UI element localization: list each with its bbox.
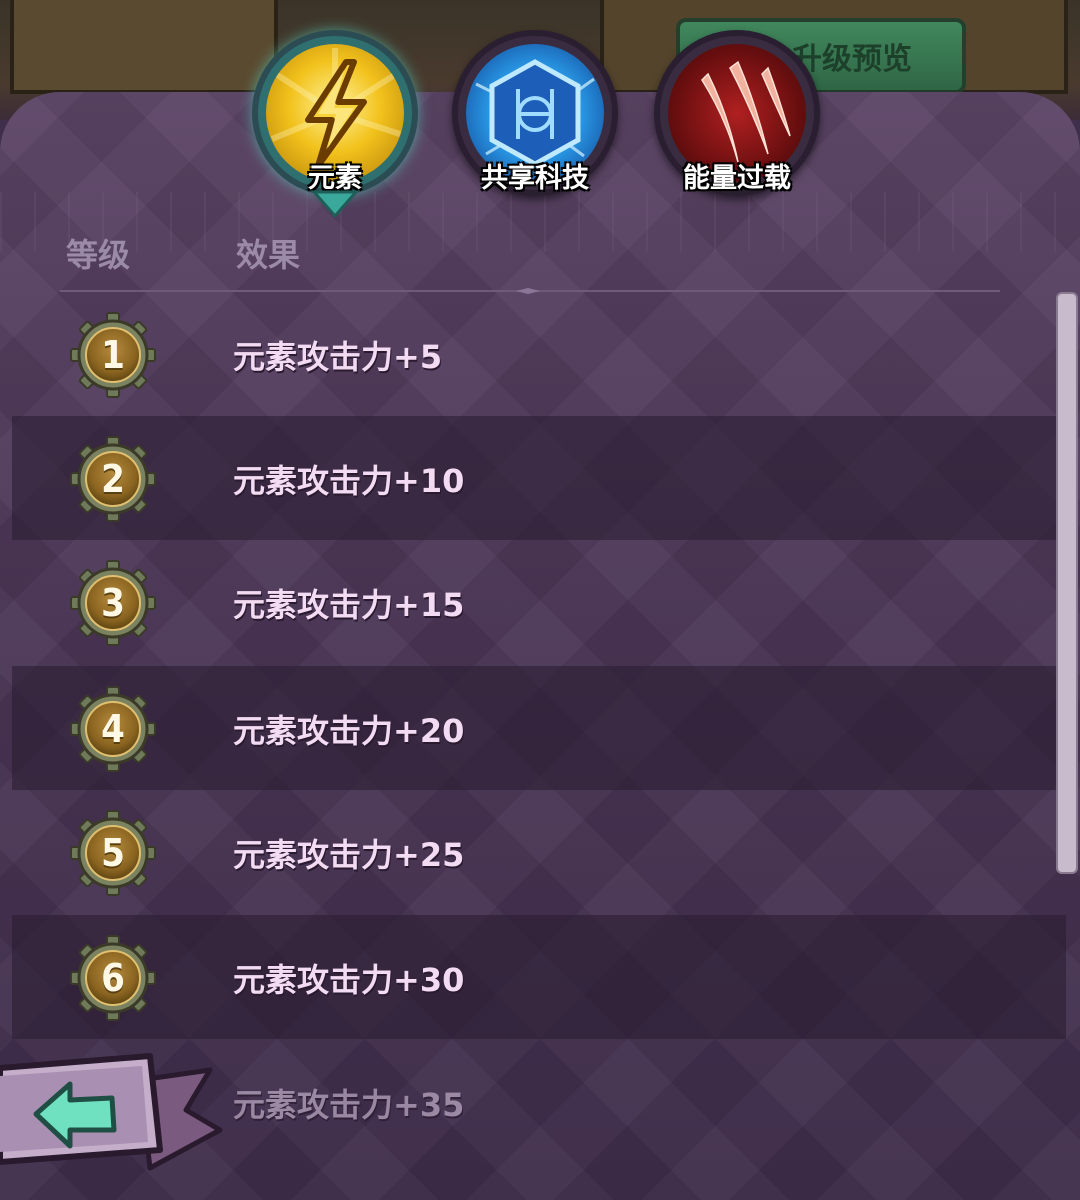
background-frame — [10, 0, 278, 94]
effect-text: 元素攻击力+5 — [233, 338, 443, 376]
table-row: 2 元素攻击力+10 — [12, 416, 1066, 540]
effect-text: 元素攻击力+35 — [233, 1086, 465, 1124]
tab-label: 共享科技 — [481, 163, 589, 194]
effect-text: 元素攻击力+25 — [233, 836, 465, 874]
level-number: 6 — [101, 956, 125, 1000]
level-number: 4 — [101, 707, 125, 751]
table-row: 1 元素攻击力+5 — [12, 292, 1066, 416]
effect-text: 元素攻击力+15 — [233, 586, 465, 624]
effect-text: 元素攻击力+10 — [233, 462, 465, 500]
table-row: 5 元素攻击力+25 — [12, 790, 1066, 914]
tab-element[interactable]: 元素 — [252, 30, 418, 196]
level-number: 1 — [101, 333, 125, 377]
column-header-effect: 效果 — [236, 236, 301, 274]
back-arrow-icon — [0, 1053, 223, 1171]
level-number: 3 — [101, 581, 125, 625]
tab-label: 能量过载 — [683, 163, 791, 194]
effect-text: 元素攻击力+30 — [233, 961, 465, 999]
level-number: 5 — [101, 831, 125, 875]
scrollbar-thumb[interactable] — [1056, 292, 1078, 874]
selected-tab-pointer — [312, 190, 358, 218]
tab-energy-overload[interactable]: 能量过载 — [654, 30, 820, 196]
table-row: 4 元素攻击力+20 — [12, 666, 1066, 790]
level-number: 2 — [101, 457, 125, 501]
table-row: 3 元素攻击力+15 — [12, 540, 1066, 664]
back-button[interactable] — [0, 1050, 240, 1180]
panel-trim — [0, 192, 1080, 252]
level-list[interactable]: 1 元素攻击力+5 2 元素攻击力+10 3 元素攻击力+15 4 元素攻击力+… — [12, 292, 1066, 1162]
effect-text: 元素攻击力+20 — [233, 712, 465, 750]
tab-shared-tech[interactable]: 共享科技 — [452, 30, 618, 196]
table-row: 6 元素攻击力+30 — [12, 915, 1066, 1039]
column-header-level: 等级 — [66, 236, 131, 274]
